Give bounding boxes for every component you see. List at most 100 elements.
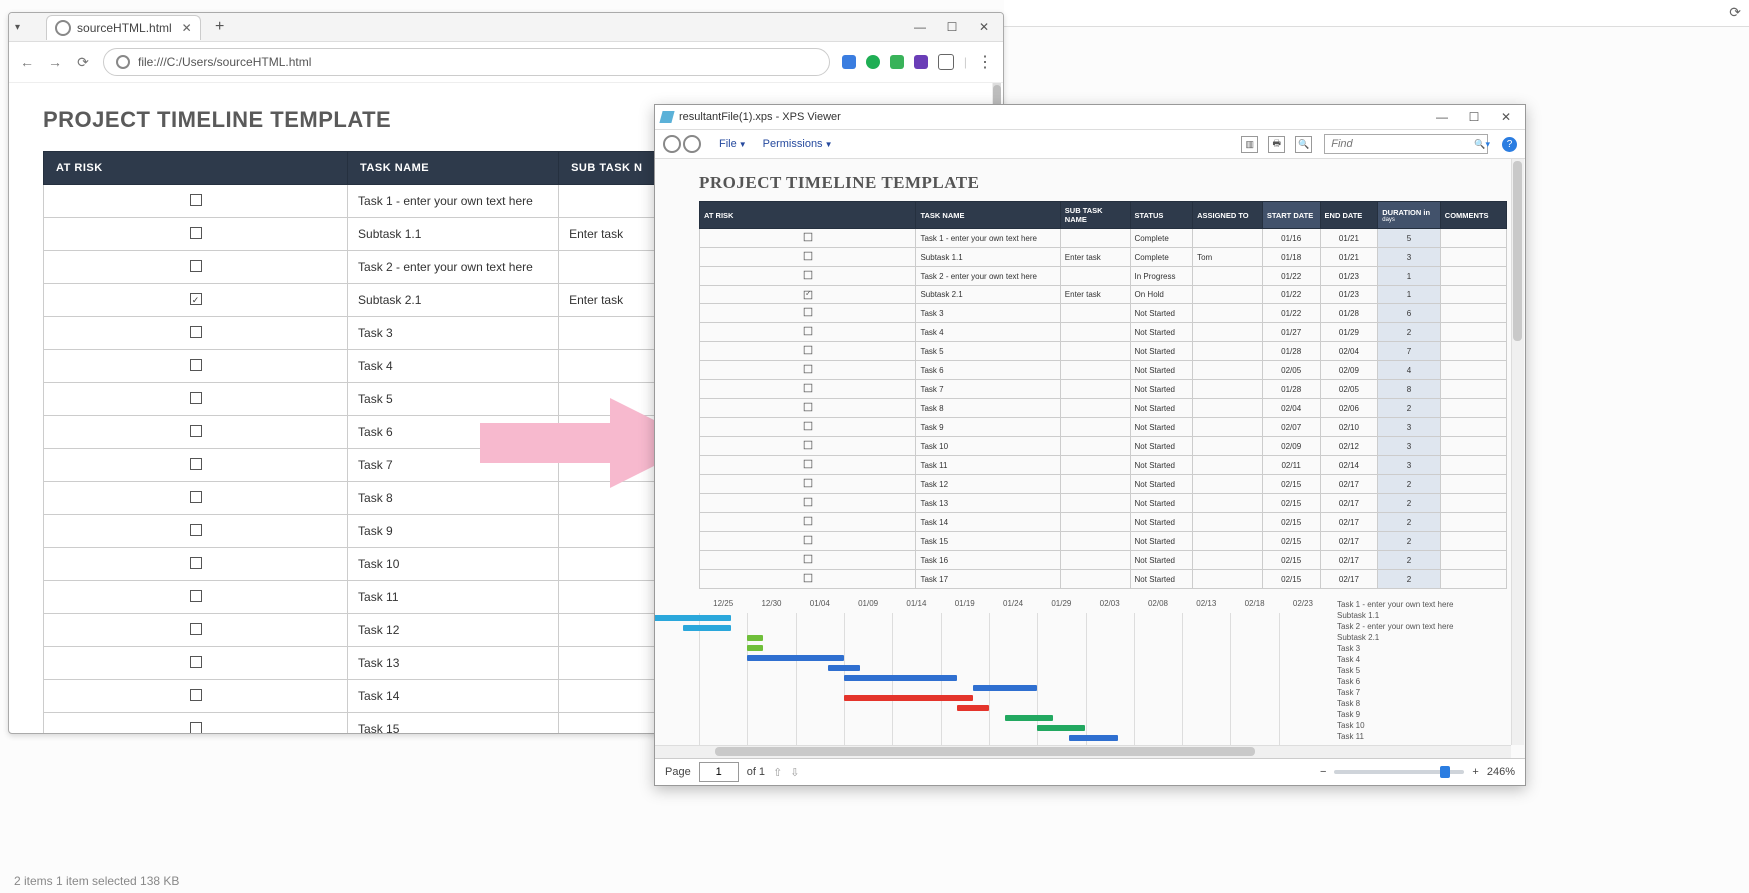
atrisk-checkbox[interactable] <box>190 491 202 503</box>
atrisk-checkbox[interactable] <box>804 441 812 449</box>
task-cell: Task 7 <box>348 449 559 482</box>
window-minimize-button[interactable]: — <box>913 20 927 34</box>
atrisk-checkbox[interactable] <box>804 384 812 392</box>
atrisk-checkbox[interactable] <box>804 271 812 279</box>
reload-icon[interactable]: ⟳ <box>1729 4 1741 21</box>
page-up-icon[interactable]: ⇧ <box>773 766 782 779</box>
gantt-bar <box>844 695 973 701</box>
atrisk-checkbox[interactable] <box>190 524 202 536</box>
tab-close-icon[interactable]: ✕ <box>182 21 192 35</box>
tab-dropdown-icon[interactable]: ▾ <box>15 22 20 33</box>
atrisk-checkbox[interactable] <box>190 260 202 272</box>
atrisk-checkbox[interactable] <box>804 536 812 544</box>
assigned-cell <box>1193 229 1263 248</box>
atrisk-checkbox[interactable] <box>190 227 202 239</box>
atrisk-checkbox[interactable] <box>190 590 202 602</box>
task-cell: Task 6 <box>916 361 1060 380</box>
zoom-out-icon[interactable]: − <box>1320 766 1326 778</box>
extension-icon-2[interactable] <box>866 55 880 69</box>
comments-cell <box>1440 532 1506 551</box>
task-cell: Task 11 <box>916 456 1060 475</box>
xps-hscrollbar[interactable] <box>655 745 1511 758</box>
nav-back-icon[interactable]: ← <box>19 54 35 70</box>
atrisk-checkbox[interactable] <box>804 460 812 468</box>
print-icon[interactable]: 🖶 <box>1268 136 1285 153</box>
xps-vscrollbar[interactable] <box>1511 159 1524 745</box>
atrisk-checkbox[interactable] <box>804 290 812 298</box>
atrisk-checkbox[interactable] <box>804 365 812 373</box>
atrisk-checkbox[interactable] <box>190 656 202 668</box>
site-info-icon[interactable] <box>116 55 130 69</box>
menu-file[interactable]: File▼ <box>713 136 753 152</box>
window-maximize-button[interactable]: ☐ <box>945 20 959 34</box>
atrisk-checkbox[interactable] <box>804 479 812 487</box>
atrisk-checkbox[interactable] <box>804 233 812 241</box>
duration-cell: 4 <box>1378 361 1441 380</box>
extension-icon-3[interactable] <box>890 55 904 69</box>
status-cell: Not Started <box>1130 380 1193 399</box>
atrisk-checkbox[interactable] <box>190 623 202 635</box>
atrisk-checkbox[interactable] <box>804 517 812 525</box>
gantt-tick-label: 02/18 <box>1230 599 1278 608</box>
browser-menu-icon[interactable]: ⋮ <box>977 52 993 72</box>
atrisk-checkbox[interactable] <box>804 422 812 430</box>
window-close-button[interactable]: ✕ <box>977 20 991 34</box>
menu-permissions[interactable]: Permissions▼ <box>757 136 839 152</box>
atrisk-checkbox[interactable] <box>804 327 812 335</box>
atrisk-checkbox[interactable] <box>190 458 202 470</box>
atrisk-checkbox[interactable] <box>804 252 812 260</box>
atrisk-checkbox[interactable] <box>190 722 202 734</box>
atrisk-checkbox[interactable] <box>804 574 812 582</box>
page-number-input[interactable] <box>699 762 739 782</box>
atrisk-checkbox[interactable] <box>190 557 202 569</box>
atrisk-checkbox[interactable] <box>190 392 202 404</box>
xps-app-icon <box>659 111 674 123</box>
xcol-task: TASK NAME <box>916 202 1060 229</box>
extensions-puzzle-icon[interactable] <box>938 54 954 70</box>
zoom-slider[interactable] <box>1334 770 1464 774</box>
toolbar-divider: | <box>964 55 967 69</box>
atrisk-checkbox[interactable] <box>190 194 202 206</box>
find-input[interactable] <box>1324 134 1488 154</box>
xps-close-button[interactable]: ✕ <box>1499 110 1513 124</box>
zoom-slider-thumb[interactable] <box>1440 766 1450 778</box>
atrisk-checkbox[interactable] <box>190 359 202 371</box>
zoom-icon[interactable]: 🔍 <box>1295 136 1312 153</box>
page-down-icon[interactable]: ⇩ <box>790 766 799 779</box>
xps-vscroll-thumb[interactable] <box>1513 161 1522 341</box>
extension-icon-1[interactable] <box>842 55 856 69</box>
atrisk-checkbox[interactable] <box>190 425 202 437</box>
zoom-in-icon[interactable]: + <box>1472 766 1478 778</box>
atrisk-checkbox[interactable] <box>190 326 202 338</box>
duration-cell: 2 <box>1378 323 1441 342</box>
gantt-gridlines <box>699 613 1327 749</box>
help-icon[interactable]: ? <box>1502 137 1517 152</box>
start-cell: 02/15 <box>1262 551 1320 570</box>
binoculars-icon[interactable] <box>663 135 701 153</box>
table-row: Task 13Not Started02/1502/172 <box>700 494 1507 513</box>
nav-forward-icon[interactable]: → <box>47 54 63 70</box>
atrisk-checkbox[interactable] <box>804 403 812 411</box>
extension-icon-4[interactable] <box>914 55 928 69</box>
find-dropdown-icon[interactable]: 🔍▾ <box>1474 139 1490 150</box>
browser-tab[interactable]: sourceHTML.html ✕ <box>46 15 201 40</box>
atrisk-checkbox[interactable] <box>190 689 202 701</box>
end-cell: 02/04 <box>1320 342 1378 361</box>
col-atrisk: AT RISK <box>44 152 348 185</box>
xps-minimize-button[interactable]: — <box>1435 110 1449 124</box>
nav-reload-icon[interactable]: ⟳ <box>75 54 91 71</box>
comments-cell <box>1440 361 1506 380</box>
new-tab-button[interactable]: + <box>211 18 229 36</box>
atrisk-checkbox[interactable] <box>190 293 202 305</box>
address-bar[interactable]: file:///C:/Users/sourceHTML.html <box>103 48 830 76</box>
start-cell: 01/28 <box>1262 342 1320 361</box>
end-cell: 02/05 <box>1320 380 1378 399</box>
atrisk-checkbox[interactable] <box>804 555 812 563</box>
xps-hscroll-thumb[interactable] <box>715 747 1255 756</box>
table-row: Task 4Not Started01/2701/292 <box>700 323 1507 342</box>
atrisk-checkbox[interactable] <box>804 498 812 506</box>
atrisk-checkbox[interactable] <box>804 308 812 316</box>
atrisk-checkbox[interactable] <box>804 346 812 354</box>
xps-maximize-button[interactable]: ☐ <box>1467 110 1481 124</box>
view-mode-icon[interactable]: ▥ <box>1241 136 1258 153</box>
